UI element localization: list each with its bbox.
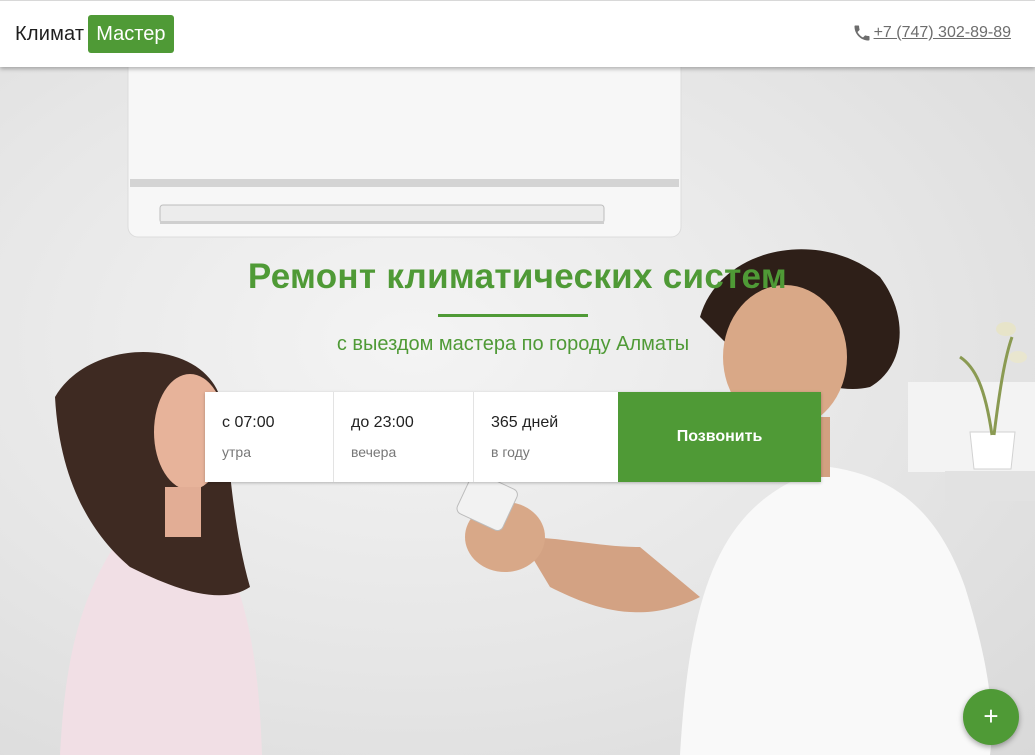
phone-link[interactable]: +7 (747) 302-89-89 — [874, 24, 1011, 42]
hero-subtitle: с выездом мастера по городу Алматы — [336, 333, 690, 355]
hours-days-label: в году — [491, 444, 530, 460]
phone-icon — [852, 23, 872, 43]
site-header: Климат Мастер +7 (747) 302-89-89 — [0, 0, 1035, 67]
hours-start-label: утра — [222, 444, 251, 460]
hero-title: Ремонт климатических систем — [247, 257, 788, 296]
call-button[interactable]: Позвонить — [618, 392, 821, 482]
phone-contact[interactable]: +7 (747) 302-89-89 — [852, 23, 1011, 43]
hours-end-value: до 23:00 — [351, 414, 414, 431]
working-hours-panel: с 07:00 утра до 23:00 вечера 365 дней в … — [205, 392, 821, 482]
logo-text: Климат — [15, 22, 85, 45]
hours-end-label: вечера — [351, 444, 397, 460]
plus-icon: + — [983, 701, 999, 731]
hours-days: 365 дней в году — [474, 392, 618, 482]
floating-action-button[interactable]: + — [963, 689, 1019, 745]
hours-days-value: 365 дней — [491, 414, 559, 431]
hero-section: Ремонт климатических систем с выездом ма… — [0, 67, 1035, 755]
hours-end: до 23:00 вечера — [334, 392, 474, 482]
title-divider — [438, 314, 588, 317]
hours-start: с 07:00 утра — [205, 392, 334, 482]
logo-badge: Мастер — [88, 15, 174, 53]
hours-start-value: с 07:00 — [222, 414, 275, 431]
logo[interactable]: Климат Мастер — [15, 15, 174, 53]
